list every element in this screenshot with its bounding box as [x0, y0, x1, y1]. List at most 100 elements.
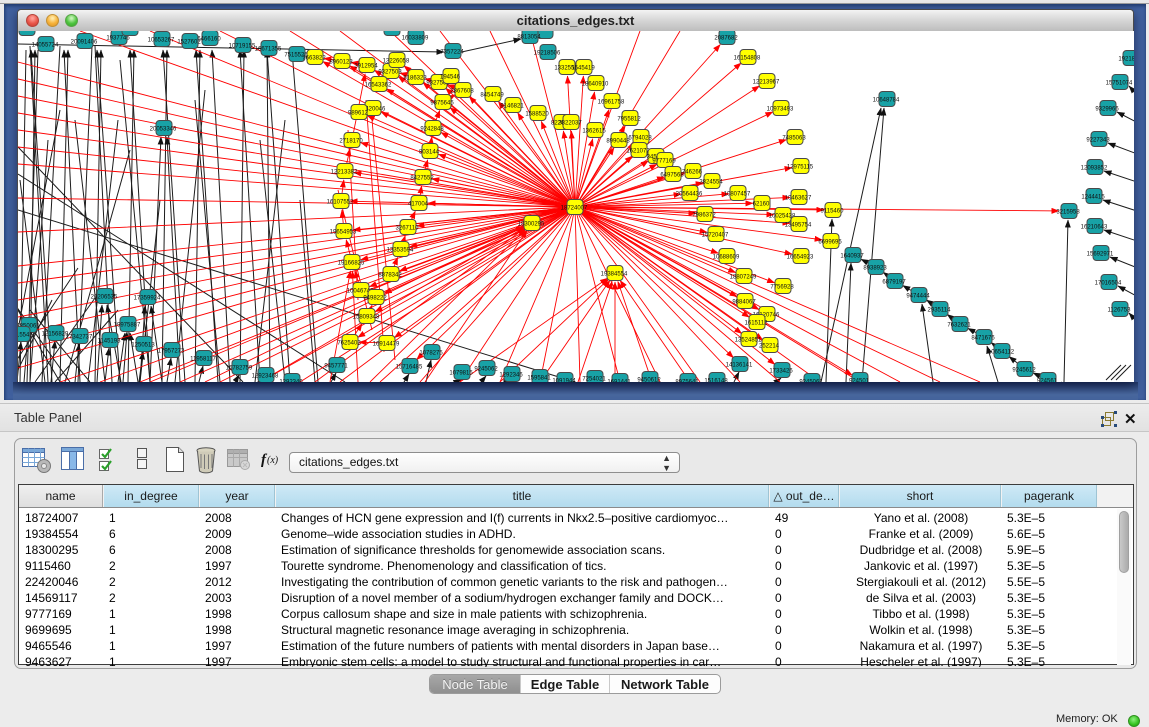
svg-text:3915541: 3915541 — [18, 333, 33, 339]
svg-text:18807249: 18807249 — [730, 275, 757, 281]
svg-text:2867608: 2867608 — [450, 89, 474, 95]
svg-text:16654923: 16654923 — [787, 255, 814, 261]
svg-text:8454749: 8454749 — [480, 93, 504, 99]
svg-text:417004: 417004 — [408, 202, 429, 208]
svg-text:9115460: 9115460 — [821, 209, 845, 215]
svg-text:9875645: 9875645 — [430, 101, 454, 107]
svg-text:15720407: 15720407 — [702, 233, 729, 239]
svg-text:9146821: 9146821 — [500, 104, 524, 110]
svg-text:16543362: 16543362 — [365, 83, 392, 89]
svg-text:1545419: 1545419 — [571, 66, 595, 72]
svg-text:1640937: 1640937 — [840, 254, 864, 260]
svg-text:7357224: 7357224 — [440, 50, 464, 56]
svg-text:1516148: 1516148 — [704, 379, 728, 383]
svg-text:14136141: 14136141 — [726, 363, 753, 369]
svg-text:17957273: 17957273 — [158, 349, 185, 355]
svg-text:7485063: 7485063 — [782, 136, 806, 142]
svg-text:1078275: 1078275 — [419, 351, 443, 357]
svg-text:2718170: 2718170 — [339, 139, 363, 145]
svg-text:17342737: 17342737 — [66, 335, 93, 341]
svg-text:10463627: 10463627 — [785, 196, 812, 202]
svg-text:8186323: 8186323 — [403, 76, 427, 82]
svg-text:7625402: 7625402 — [337, 341, 361, 347]
svg-text:10653267: 10653267 — [148, 38, 175, 44]
svg-text:989612: 989612 — [348, 111, 369, 117]
svg-text:1615112: 1615112 — [745, 321, 769, 327]
svg-text:9227343: 9227343 — [1086, 138, 1110, 144]
svg-text:20206535: 20206535 — [91, 295, 118, 301]
svg-text:10654112: 10654112 — [988, 350, 1015, 356]
svg-text:14055724: 14055724 — [32, 43, 59, 49]
svg-text:924561: 924561 — [1037, 379, 1058, 383]
svg-text:18724007: 18724007 — [561, 206, 588, 212]
svg-text:9474444: 9474444 — [906, 294, 930, 300]
svg-text:9327503: 9327503 — [378, 70, 402, 76]
svg-text:2935114: 2935114 — [928, 308, 952, 314]
svg-text:13524851: 13524851 — [735, 338, 762, 344]
svg-text:10973493: 10973493 — [767, 107, 794, 113]
svg-text:9242848: 9242848 — [420, 127, 444, 133]
svg-text:16107552: 16107552 — [327, 200, 354, 206]
svg-text:16033809: 16033809 — [402, 36, 429, 42]
svg-text:10807457: 10807457 — [724, 192, 751, 198]
svg-text:8427552: 8427552 — [410, 176, 434, 182]
svg-text:3267110: 3267110 — [396, 226, 420, 232]
svg-text:13495754: 13495754 — [785, 223, 812, 229]
svg-text:746266: 746266 — [682, 170, 703, 176]
svg-text:1733426: 1733426 — [769, 369, 793, 375]
svg-text:1250513: 1250513 — [131, 343, 155, 349]
svg-text:8990448: 8990448 — [606, 139, 630, 145]
svg-text:194546: 194546 — [440, 75, 461, 81]
svg-text:9245061: 9245061 — [799, 380, 823, 383]
svg-text:6794028: 6794028 — [628, 136, 652, 142]
svg-text:7632621: 7632621 — [947, 323, 971, 329]
svg-text:13226058: 13226058 — [383, 59, 410, 65]
svg-text:3824554: 3824554 — [699, 180, 723, 186]
svg-text:9884067: 9884067 — [732, 300, 756, 306]
svg-text:1937746: 1937746 — [106, 36, 130, 42]
svg-text:3822037: 3822037 — [558, 121, 582, 127]
svg-text:1921850: 1921850 — [1118, 57, 1134, 63]
svg-text:1244415: 1244415 — [1081, 195, 1105, 201]
svg-text:16154808: 16154808 — [734, 56, 761, 62]
svg-text:1091944: 1091944 — [552, 379, 576, 383]
svg-text:12213382: 12213382 — [331, 170, 358, 176]
svg-text:19654953: 19654953 — [330, 230, 357, 236]
svg-text:16961758: 16961758 — [598, 100, 625, 106]
svg-text:17016504: 17016504 — [1095, 281, 1122, 287]
svg-text:19384554: 19384554 — [601, 272, 628, 278]
svg-text:12923468: 12923468 — [252, 374, 279, 380]
svg-text:7756928: 7756928 — [770, 285, 794, 291]
svg-text:9329966: 9329966 — [1095, 107, 1119, 113]
svg-text:7663822: 7663822 — [302, 56, 326, 62]
svg-text:15751074: 15751074 — [1106, 81, 1133, 87]
svg-text:7254021: 7254021 — [582, 377, 606, 383]
svg-text:8878342: 8878342 — [378, 273, 402, 279]
svg-text:(x): (x) — [267, 455, 279, 466]
svg-text:9245612: 9245612 — [1012, 368, 1036, 374]
svg-text:1595841: 1595841 — [527, 376, 551, 382]
svg-text:9777169: 9777169 — [652, 159, 676, 165]
svg-text:1145193: 1145193 — [98, 339, 122, 345]
svg-text:8471676: 8471676 — [971, 336, 995, 342]
svg-text:6879197: 6879197 — [882, 280, 906, 286]
svg-text:7986372: 7986372 — [692, 213, 716, 219]
svg-text:8975641: 8975641 — [675, 380, 699, 383]
svg-text:252214: 252214 — [759, 344, 780, 350]
svg-text:1292346: 1292346 — [499, 373, 523, 379]
svg-text:15809348: 15809348 — [353, 315, 380, 321]
svg-text:803144: 803144 — [419, 150, 440, 156]
svg-text:13353594: 13353594 — [387, 248, 414, 254]
svg-text:924501: 924501 — [849, 379, 870, 383]
svg-text:16210643: 16210643 — [1081, 225, 1108, 231]
svg-text:3912954: 3912954 — [354, 64, 378, 70]
svg-text:11958117: 11958117 — [190, 357, 216, 363]
svg-text:6466160: 6466160 — [197, 37, 221, 43]
svg-text:12213967: 12213967 — [753, 80, 780, 86]
svg-text:18640910: 18640910 — [582, 82, 609, 88]
svg-text:8813054: 8813054 — [517, 35, 541, 41]
svg-text:19975887: 19975887 — [114, 323, 141, 329]
svg-text:12093852: 12093852 — [1081, 166, 1108, 172]
svg-text:16782759: 16782759 — [226, 366, 253, 372]
svg-text:12975115: 12975115 — [787, 165, 814, 171]
